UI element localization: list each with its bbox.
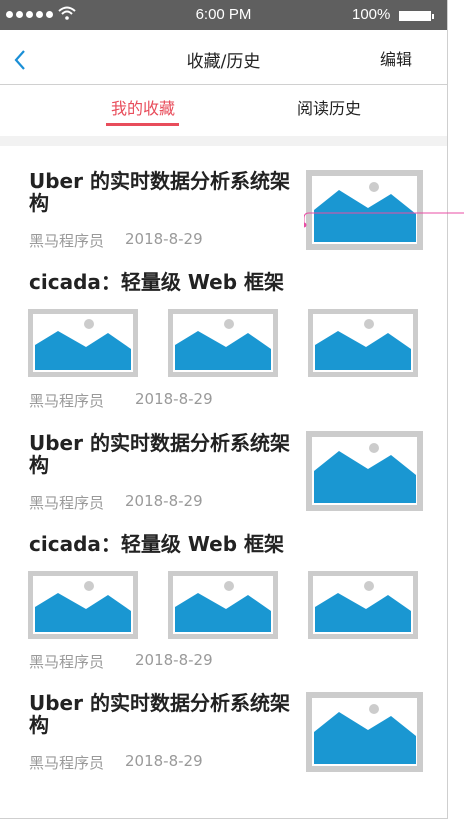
article-title[interactable]: Uber 的实时数据分析系统架构 <box>29 692 299 736</box>
article-author: 黑马程序员 <box>29 653 105 671</box>
status-bar: 6:00 PM 100% <box>0 0 447 30</box>
article-thumbnail[interactable] <box>308 571 418 639</box>
image-placeholder-icon <box>168 309 278 377</box>
section-divider <box>0 136 447 146</box>
edit-button[interactable]: 编辑 <box>380 46 412 70</box>
article-thumbnail[interactable] <box>168 571 278 639</box>
article-title[interactable]: cicada：轻量级 Web 框架 <box>29 533 329 555</box>
article-title[interactable]: cicada：轻量级 Web 框架 <box>29 271 329 293</box>
article-thumbnail[interactable] <box>168 309 278 377</box>
article-date: 2018-8-29 <box>135 651 213 669</box>
image-placeholder-icon <box>308 309 418 377</box>
article-thumbnail[interactable] <box>28 571 138 639</box>
article-date: 2018-8-29 <box>135 390 213 408</box>
article-author: 黑马程序员 <box>29 494 105 512</box>
image-placeholder-icon <box>306 431 423 511</box>
article-date: 2018-8-29 <box>125 230 203 248</box>
phone-frame: 6:00 PM 100% 收藏/历史 编辑 我的收藏 阅读历史 Uber 的实时… <box>0 0 464 819</box>
image-placeholder-icon <box>28 571 138 639</box>
battery-icon <box>399 11 431 21</box>
article-author: 黑马程序员 <box>29 754 105 772</box>
image-placeholder-icon <box>168 571 278 639</box>
article-thumbnail[interactable] <box>28 309 138 377</box>
article-thumbnail[interactable] <box>306 692 423 772</box>
battery-tip <box>432 14 434 19</box>
tab-favorites[interactable]: 我的收藏 <box>111 95 175 119</box>
image-placeholder-icon <box>308 571 418 639</box>
image-placeholder-icon <box>306 692 423 772</box>
article-title[interactable]: Uber 的实时数据分析系统架构 <box>29 170 299 214</box>
article-title[interactable]: Uber 的实时数据分析系统架构 <box>29 432 299 476</box>
battery-percent: 100% <box>352 6 391 23</box>
tab-history[interactable]: 阅读历史 <box>297 95 361 119</box>
article-date: 2018-8-29 <box>125 752 203 770</box>
tab-bar <box>0 84 447 134</box>
article-author: 黑马程序员 <box>29 232 105 250</box>
article-date: 2018-8-29 <box>125 492 203 510</box>
article-thumbnail[interactable] <box>308 309 418 377</box>
annotation-connector <box>304 208 469 238</box>
article-author: 黑马程序员 <box>29 392 105 410</box>
article-thumbnail[interactable] <box>306 431 423 511</box>
image-placeholder-icon <box>28 309 138 377</box>
active-tab-indicator <box>106 123 179 126</box>
